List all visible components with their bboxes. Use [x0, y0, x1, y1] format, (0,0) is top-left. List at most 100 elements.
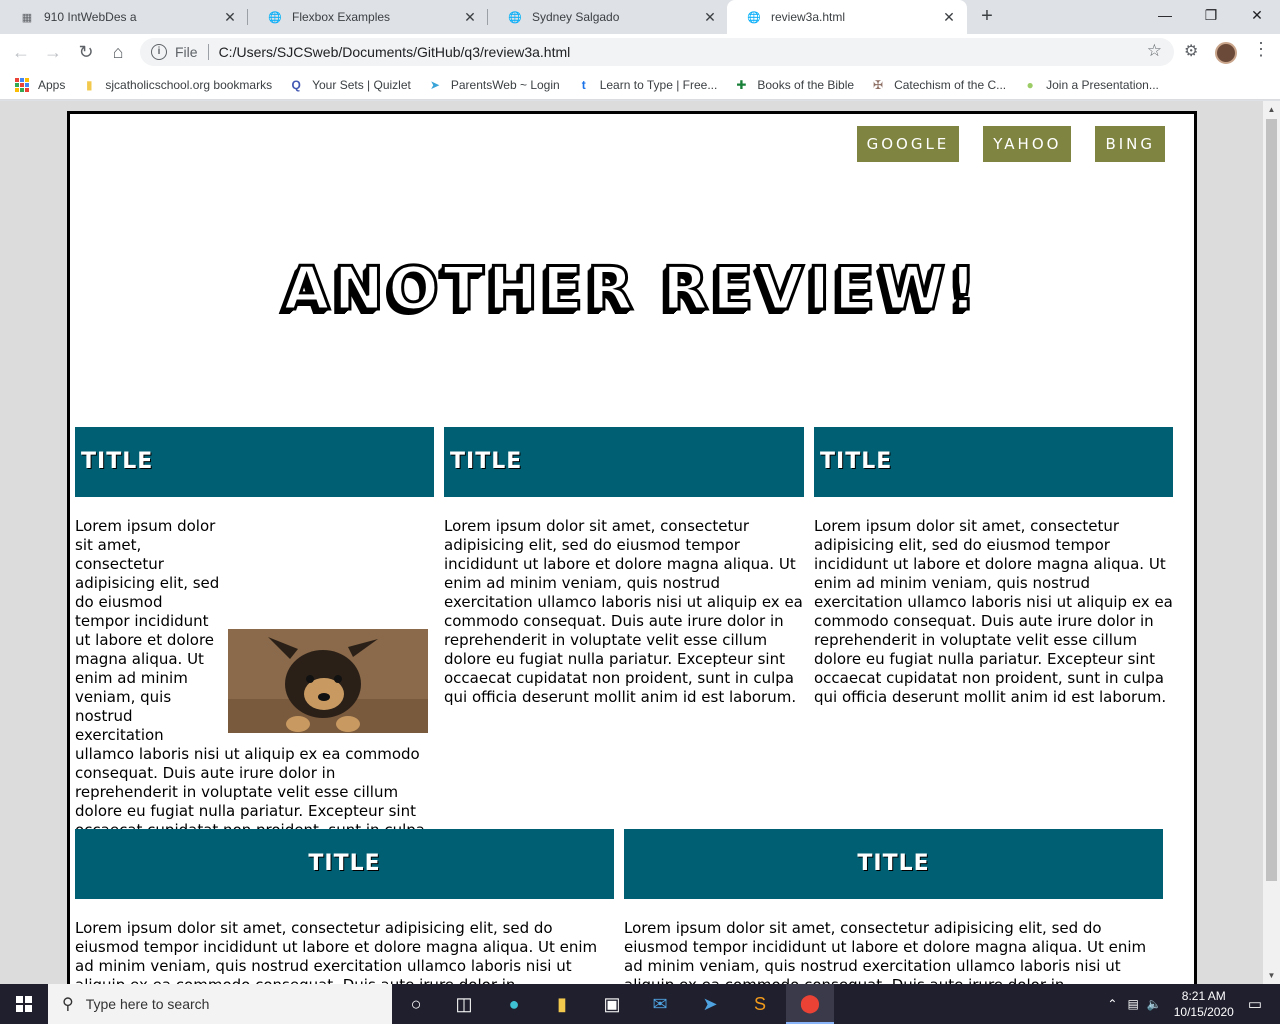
sublime-text-icon[interactable]: S: [736, 984, 784, 1024]
hero-title: ANOTHER REVIEW!: [282, 253, 981, 326]
scheme-label: File: [175, 44, 198, 60]
quizlet-icon: Q: [291, 77, 301, 92]
bookmark-join-presentation[interactable]: ● Join a Presentation...: [1022, 77, 1159, 93]
chrome-icon[interactable]: ⬤: [786, 984, 834, 1024]
card-bottom-2: TITLE Lorem ipsum dolor sit amet, consec…: [624, 829, 1163, 984]
card-paragraph: Lorem ipsum dolor sit amet, consectetur …: [75, 919, 598, 984]
search-placeholder: Type here to search: [85, 996, 210, 1012]
card-top-2: TITLE Lorem ipsum dolor sit amet, consec…: [444, 427, 804, 707]
pear-icon: ●: [1026, 77, 1034, 92]
maximize-button[interactable]: ❐: [1188, 0, 1234, 32]
menu-dots-icon[interactable]: ⋮: [1252, 40, 1270, 58]
card-text: Lorem ipsum dolor sit amet, consectetur …: [75, 517, 434, 859]
close-window-button[interactable]: ✕: [1234, 0, 1280, 32]
nav-google-button[interactable]: GOOGLE: [856, 126, 960, 162]
card-top-1: TITLE Lorem ipsum dolor sit amet, consec…: [75, 427, 434, 859]
bookmark-books-of-the-bible[interactable]: ✚ Books of the Bible: [733, 77, 854, 93]
reload-button[interactable]: ↻: [75, 41, 97, 63]
apps-grid-icon: [14, 77, 30, 93]
clock[interactable]: 8:21 AM 10/15/2020: [1174, 988, 1234, 1020]
notifications-icon[interactable]: ▭: [1248, 995, 1262, 1013]
minimize-button[interactable]: —: [1142, 0, 1188, 32]
page-viewport: GOOGLE YAHOO BING ANOTHER REVIEW! TITLE: [0, 101, 1263, 984]
tab-title: Flexbox Examples: [292, 10, 391, 24]
bookmark-label: sjcatholicschool.org bookmarks: [105, 77, 273, 92]
tray-chevron-icon[interactable]: ⌃: [1107, 997, 1117, 1011]
bookmark-apps[interactable]: Apps: [14, 77, 65, 93]
top-nav: GOOGLE YAHOO BING: [856, 126, 1165, 162]
omnibox-divider: [207, 44, 209, 60]
system-tray: ⌃ ▤ 🔈 8:21 AM 10/15/2020 ▭: [1107, 984, 1280, 1024]
profile-avatar[interactable]: [1215, 42, 1237, 64]
bookmark-sjcatholicschool[interactable]: ▮ sjcatholicschool.org bookmarks: [81, 77, 272, 93]
bookmark-label: Learn to Type | Free...: [599, 77, 718, 92]
edge-browser-icon[interactable]: ●: [490, 984, 538, 1024]
home-button[interactable]: ⌂: [107, 41, 129, 63]
bookmark-quizlet[interactable]: Q Your Sets | Quizlet: [288, 77, 411, 93]
card-title: TITLE: [444, 427, 804, 497]
tab-review3a[interactable]: 🌐 review3a.html ✕: [727, 0, 967, 34]
mail-icon[interactable]: ✉: [636, 984, 684, 1024]
volume-icon[interactable]: 🔈: [1147, 997, 1162, 1011]
start-button[interactable]: [0, 984, 48, 1024]
bookmark-parentsweb[interactable]: ➤ ParentsWeb ~ Login: [427, 77, 560, 93]
bookmark-catechism[interactable]: ✠ Catechism of the C...: [870, 77, 1006, 93]
typing-icon: t: [581, 77, 586, 92]
task-view-icon[interactable]: ◫: [440, 984, 488, 1024]
network-icon[interactable]: ▤: [1127, 997, 1138, 1011]
bible-icon: ✚: [736, 77, 747, 92]
card-bottom-1: TITLE Lorem ipsum dolor sit amet, consec…: [75, 829, 614, 984]
vertical-scrollbar[interactable]: ▲ ▼: [1263, 101, 1280, 984]
cortana-icon[interactable]: ○: [392, 984, 440, 1024]
back-button[interactable]: ←: [10, 41, 32, 63]
tab-title: review3a.html: [771, 10, 846, 24]
tab-strip: ▦ 910 IntWebDes a ✕ 🌐 Flexbox Examples ✕…: [0, 0, 1280, 34]
tab-title: Sydney Salgado: [532, 10, 620, 24]
globe-icon: 🌐: [508, 11, 522, 24]
bookmark-label: Catechism of the C...: [894, 77, 1007, 92]
taskbar-search[interactable]: ⚲ Type here to search: [48, 984, 392, 1024]
close-tab-icon[interactable]: ✕: [222, 9, 238, 25]
folder-icon: ▮: [86, 77, 93, 92]
info-icon[interactable]: i: [151, 44, 167, 60]
page-container: GOOGLE YAHOO BING ANOTHER REVIEW! TITLE: [67, 111, 1197, 984]
tab-sydney-salgado[interactable]: 🌐 Sydney Salgado ✕: [488, 0, 728, 34]
bookmark-learn-to-type[interactable]: t Learn to Type | Free...: [576, 77, 718, 93]
nav-yahoo-button[interactable]: YAHOO: [983, 126, 1072, 162]
address-bar[interactable]: i File C:/Users/SJCSweb/Documents/GitHub…: [140, 38, 1174, 66]
bookmark-label: Join a Presentation...: [1046, 77, 1159, 92]
card-body: Lorem ipsum dolor sit amet, consectetur …: [75, 517, 434, 859]
classroom-icon: ▦: [21, 11, 33, 24]
bookmark-star-icon[interactable]: ☆: [1147, 41, 1162, 61]
extensions-puzzle-icon[interactable]: ⚙: [1184, 41, 1198, 61]
microsoft-store-icon[interactable]: ▣: [588, 984, 636, 1024]
windows-taskbar: ⚲ Type here to search ○ ◫ ● ▮ ▣ ✉ ➤ S ⬤ …: [0, 984, 1280, 1024]
tab-intwebdes[interactable]: ▦ 910 IntWebDes a ✕: [0, 0, 248, 34]
new-tab-button[interactable]: +: [976, 6, 998, 28]
card-paragraph: Lorem ipsum dolor sit amet, consectetur …: [444, 517, 803, 706]
search-icon: ⚲: [62, 996, 74, 1013]
hero: ANOTHER REVIEW!: [70, 253, 1194, 326]
bookmarks-bar: Apps ▮ sjcatholicschool.org bookmarks Q …: [0, 70, 1280, 100]
card-title: TITLE: [814, 427, 1173, 497]
clock-time: 8:21 AM: [1181, 989, 1226, 1003]
close-tab-icon[interactable]: ✕: [941, 9, 957, 25]
forward-button[interactable]: →: [42, 41, 64, 63]
file-explorer-icon[interactable]: ▮: [538, 984, 586, 1024]
tab-flexbox-examples[interactable]: 🌐 Flexbox Examples ✕: [248, 0, 488, 34]
compass-app-icon[interactable]: ➤: [686, 984, 734, 1024]
bookmark-label: Your Sets | Quizlet: [312, 77, 411, 92]
scroll-down-arrow-icon[interactable]: ▼: [1263, 971, 1280, 980]
close-tab-icon[interactable]: ✕: [702, 9, 718, 25]
nav-bing-button[interactable]: BING: [1095, 126, 1165, 162]
bookmark-label: Books of the Bible: [757, 77, 855, 92]
card-title: TITLE: [624, 829, 1163, 899]
url-text[interactable]: C:/Users/SJCSweb/Documents/GitHub/q3/rev…: [219, 44, 571, 60]
globe-icon: 🌐: [268, 11, 282, 24]
bookmark-label: ParentsWeb ~ Login: [450, 77, 560, 92]
card-title: TITLE: [75, 427, 434, 497]
card-top-3: TITLE Lorem ipsum dolor sit amet, consec…: [814, 427, 1173, 707]
scrollbar-thumb[interactable]: [1266, 119, 1277, 881]
scroll-up-arrow-icon[interactable]: ▲: [1263, 105, 1280, 114]
close-tab-icon[interactable]: ✕: [462, 9, 478, 25]
